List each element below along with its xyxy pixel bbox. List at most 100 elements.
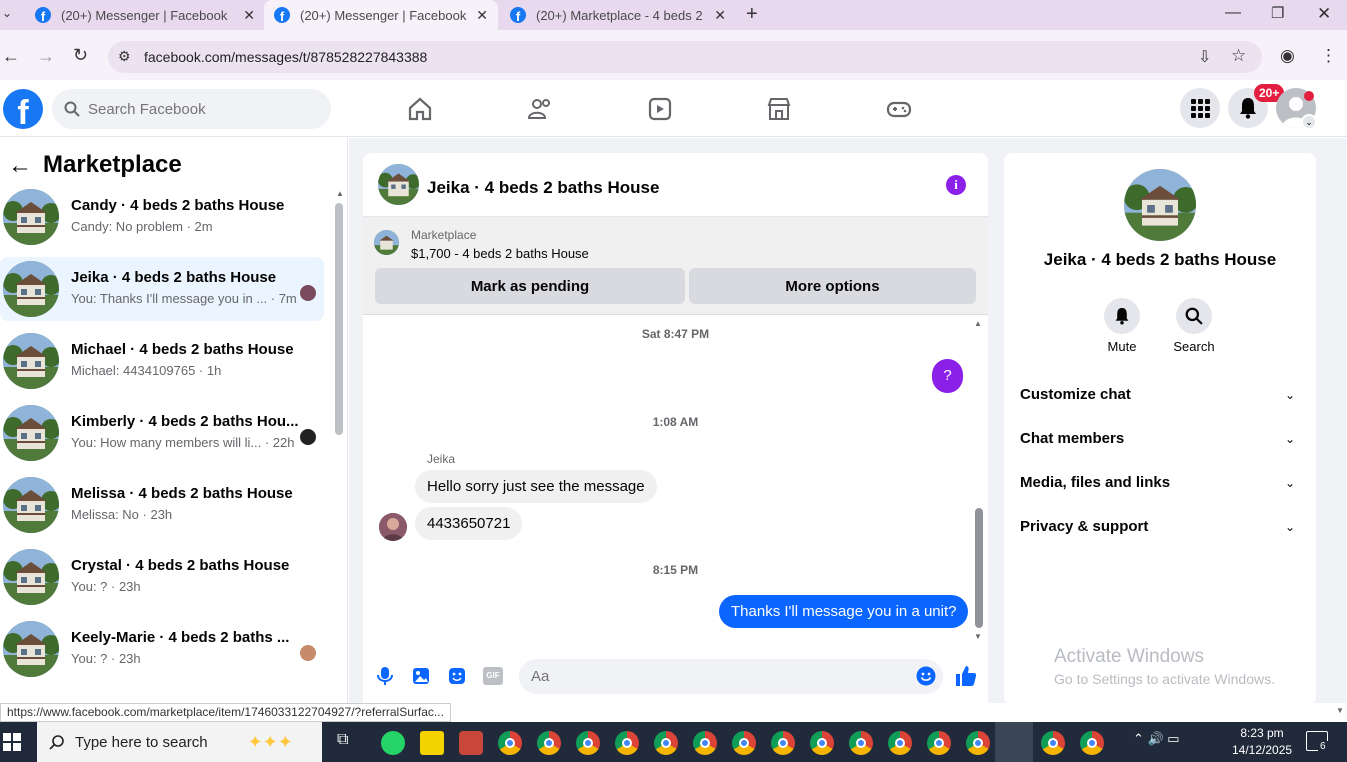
task-view-icon[interactable]: ⧉ bbox=[337, 731, 348, 749]
message-composer[interactable] bbox=[519, 659, 943, 694]
browser-tab-1[interactable]: f (20+) Messenger | Facebook ✕ bbox=[25, 0, 265, 30]
chevron-down-icon[interactable]: ⌄ bbox=[1285, 476, 1295, 490]
conversation-item[interactable]: Candy · 4 beds 2 baths House Candy: No pr… bbox=[0, 185, 324, 249]
reload-button[interactable]: ↻ bbox=[73, 45, 88, 66]
restore-window-button[interactable]: ❐ bbox=[1271, 4, 1284, 22]
sticky-notes-icon[interactable] bbox=[420, 731, 444, 755]
more-options-button[interactable]: More options bbox=[689, 268, 976, 304]
chrome-taskbar-icon[interactable] bbox=[810, 731, 834, 755]
video-icon[interactable] bbox=[647, 96, 673, 122]
media-files-links-section[interactable]: Media, files and links bbox=[1020, 474, 1170, 491]
outgoing-message[interactable]: ? bbox=[932, 359, 963, 393]
chevron-down-icon[interactable]: ⌄ bbox=[1301, 114, 1317, 130]
back-arrow-icon[interactable]: ← bbox=[8, 152, 32, 180]
gaming-icon[interactable] bbox=[886, 96, 912, 122]
microphone-icon[interactable] bbox=[376, 666, 394, 686]
gif-icon[interactable]: GIF bbox=[483, 667, 503, 685]
customize-chat-section[interactable]: Customize chat bbox=[1020, 386, 1131, 403]
profile-icon[interactable]: ◉ bbox=[1280, 46, 1295, 66]
chrome-taskbar-icon[interactable] bbox=[498, 731, 522, 755]
page-scroll-down-arrow[interactable]: ▼ bbox=[1336, 706, 1344, 715]
chevron-down-icon[interactable]: ⌄ bbox=[1285, 432, 1295, 446]
sender-avatar[interactable] bbox=[379, 513, 407, 541]
sender-name: Jeika bbox=[427, 452, 456, 466]
chrome-taskbar-icon[interactable] bbox=[1041, 731, 1065, 755]
chrome-taskbar-icon[interactable] bbox=[771, 731, 795, 755]
url-text[interactable]: facebook.com/messages/t/878528227843388 bbox=[144, 49, 427, 65]
conversation-item[interactable]: Kimberly · 4 beds 2 baths Hou... You: How… bbox=[0, 401, 324, 465]
chrome-taskbar-icon[interactable] bbox=[888, 731, 912, 755]
conversation-item[interactable]: Keely-Marie · 4 beds 2 baths ... You: ? ·… bbox=[0, 617, 324, 681]
browser-tab-2[interactable]: f (20+) Messenger | Facebook ✕ bbox=[264, 0, 498, 30]
info-icon[interactable]: i bbox=[946, 175, 966, 195]
chat-title[interactable]: Jeika · 4 beds 2 baths House bbox=[427, 178, 659, 198]
chrome-taskbar-icon[interactable] bbox=[576, 731, 600, 755]
conversation-preview: Candy: No problem · 2m bbox=[71, 219, 213, 234]
search-in-chat-button[interactable] bbox=[1176, 298, 1212, 334]
privacy-support-section[interactable]: Privacy & support bbox=[1020, 518, 1148, 535]
sticker-icon[interactable] bbox=[448, 667, 466, 685]
profile-avatar[interactable] bbox=[1124, 169, 1196, 241]
chat-scroll-up-arrow[interactable]: ▲ bbox=[974, 319, 982, 328]
conversation-item[interactable]: Melissa · 4 beds 2 baths House Melissa: N… bbox=[0, 473, 324, 537]
incoming-message[interactable]: Hello sorry just see the message bbox=[415, 470, 657, 503]
minimize-window-button[interactable]: — bbox=[1225, 4, 1241, 22]
forward-button[interactable]: → bbox=[37, 46, 55, 67]
search-input[interactable] bbox=[88, 100, 308, 118]
taskbar-search[interactable]: Type here to search ✦✦✦ bbox=[37, 722, 322, 762]
home-icon[interactable] bbox=[407, 96, 433, 122]
chrome-taskbar-icon[interactable] bbox=[615, 731, 639, 755]
mark-as-pending-button[interactable]: Mark as pending bbox=[375, 268, 685, 304]
chat-avatar[interactable] bbox=[378, 164, 419, 205]
menu-grid-button[interactable] bbox=[1180, 88, 1220, 128]
install-app-icon[interactable]: ⇩ bbox=[1198, 47, 1211, 67]
close-tab-icon[interactable]: ✕ bbox=[714, 7, 726, 24]
taskbar-clock[interactable]: 8:23 pm 14/12/2025 bbox=[1232, 725, 1292, 759]
chevron-down-icon[interactable]: ⌄ bbox=[1285, 388, 1295, 402]
conversation-item[interactable]: Jeika · 4 beds 2 baths House You: Thanks … bbox=[0, 257, 324, 321]
scroll-up-arrow[interactable]: ▲ bbox=[336, 189, 344, 198]
close-tab-icon[interactable]: ✕ bbox=[243, 7, 255, 24]
mute-button[interactable] bbox=[1104, 298, 1140, 334]
emoji-icon[interactable] bbox=[916, 666, 936, 686]
close-window-button[interactable]: ✕ bbox=[1317, 4, 1331, 24]
conversation-item[interactable]: Michael · 4 beds 2 baths House Michael: 4… bbox=[0, 329, 324, 393]
tab-list-icon[interactable]: ⌄ bbox=[2, 6, 12, 20]
chrome-taskbar-icon[interactable] bbox=[1080, 731, 1104, 755]
facebook-logo-icon[interactable]: f bbox=[3, 89, 43, 129]
facebook-search[interactable] bbox=[52, 89, 331, 129]
back-button[interactable]: ← bbox=[2, 46, 20, 67]
whatsapp-icon[interactable] bbox=[381, 731, 405, 755]
chrome-taskbar-icon[interactable] bbox=[693, 731, 717, 755]
system-tray-icons[interactable]: ⌃ 🔊 ▭ bbox=[1133, 731, 1180, 747]
outgoing-message[interactable]: Thanks I'll message you in a unit? bbox=[719, 595, 969, 628]
browser-tab-3[interactable]: f (20+) Marketplace - 4 beds 2 b ✕ bbox=[500, 0, 736, 30]
chat-members-section[interactable]: Chat members bbox=[1020, 430, 1124, 447]
browser-menu-icon[interactable]: ⋮ bbox=[1320, 46, 1337, 66]
listing-title[interactable]: $1,700 - 4 beds 2 baths House bbox=[411, 246, 589, 261]
app-icon[interactable] bbox=[459, 731, 483, 755]
message-input[interactable] bbox=[531, 668, 891, 685]
thumbs-up-icon[interactable] bbox=[954, 664, 978, 688]
windows-start-icon[interactable] bbox=[3, 733, 21, 751]
bookmark-star-icon[interactable]: ☆ bbox=[1231, 46, 1246, 66]
chevron-down-icon[interactable]: ⌄ bbox=[1285, 520, 1295, 534]
chrome-taskbar-icon[interactable] bbox=[537, 731, 561, 755]
marketplace-icon[interactable] bbox=[766, 96, 792, 122]
chrome-taskbar-icon[interactable] bbox=[927, 731, 951, 755]
friends-icon[interactable] bbox=[527, 96, 553, 122]
chrome-taskbar-icon[interactable] bbox=[732, 731, 756, 755]
chrome-taskbar-icon[interactable] bbox=[966, 731, 990, 755]
site-info-icon[interactable]: ⚙ bbox=[118, 48, 131, 65]
chat-scrollbar[interactable] bbox=[975, 508, 983, 628]
chrome-taskbar-icon[interactable] bbox=[654, 731, 678, 755]
incoming-message[interactable]: 4433650721 bbox=[415, 507, 523, 540]
photo-icon[interactable] bbox=[412, 667, 430, 685]
chat-scroll-down-arrow[interactable]: ▼ bbox=[974, 632, 982, 641]
new-tab-button[interactable]: + bbox=[746, 3, 758, 26]
listing-thumbnail[interactable] bbox=[374, 230, 399, 255]
conversation-item[interactable]: Crystal · 4 beds 2 baths House You: ? · 2… bbox=[0, 545, 324, 609]
chrome-taskbar-icon[interactable] bbox=[849, 731, 873, 755]
sidebar-scrollbar[interactable] bbox=[335, 203, 343, 435]
close-tab-icon[interactable]: ✕ bbox=[476, 7, 488, 24]
